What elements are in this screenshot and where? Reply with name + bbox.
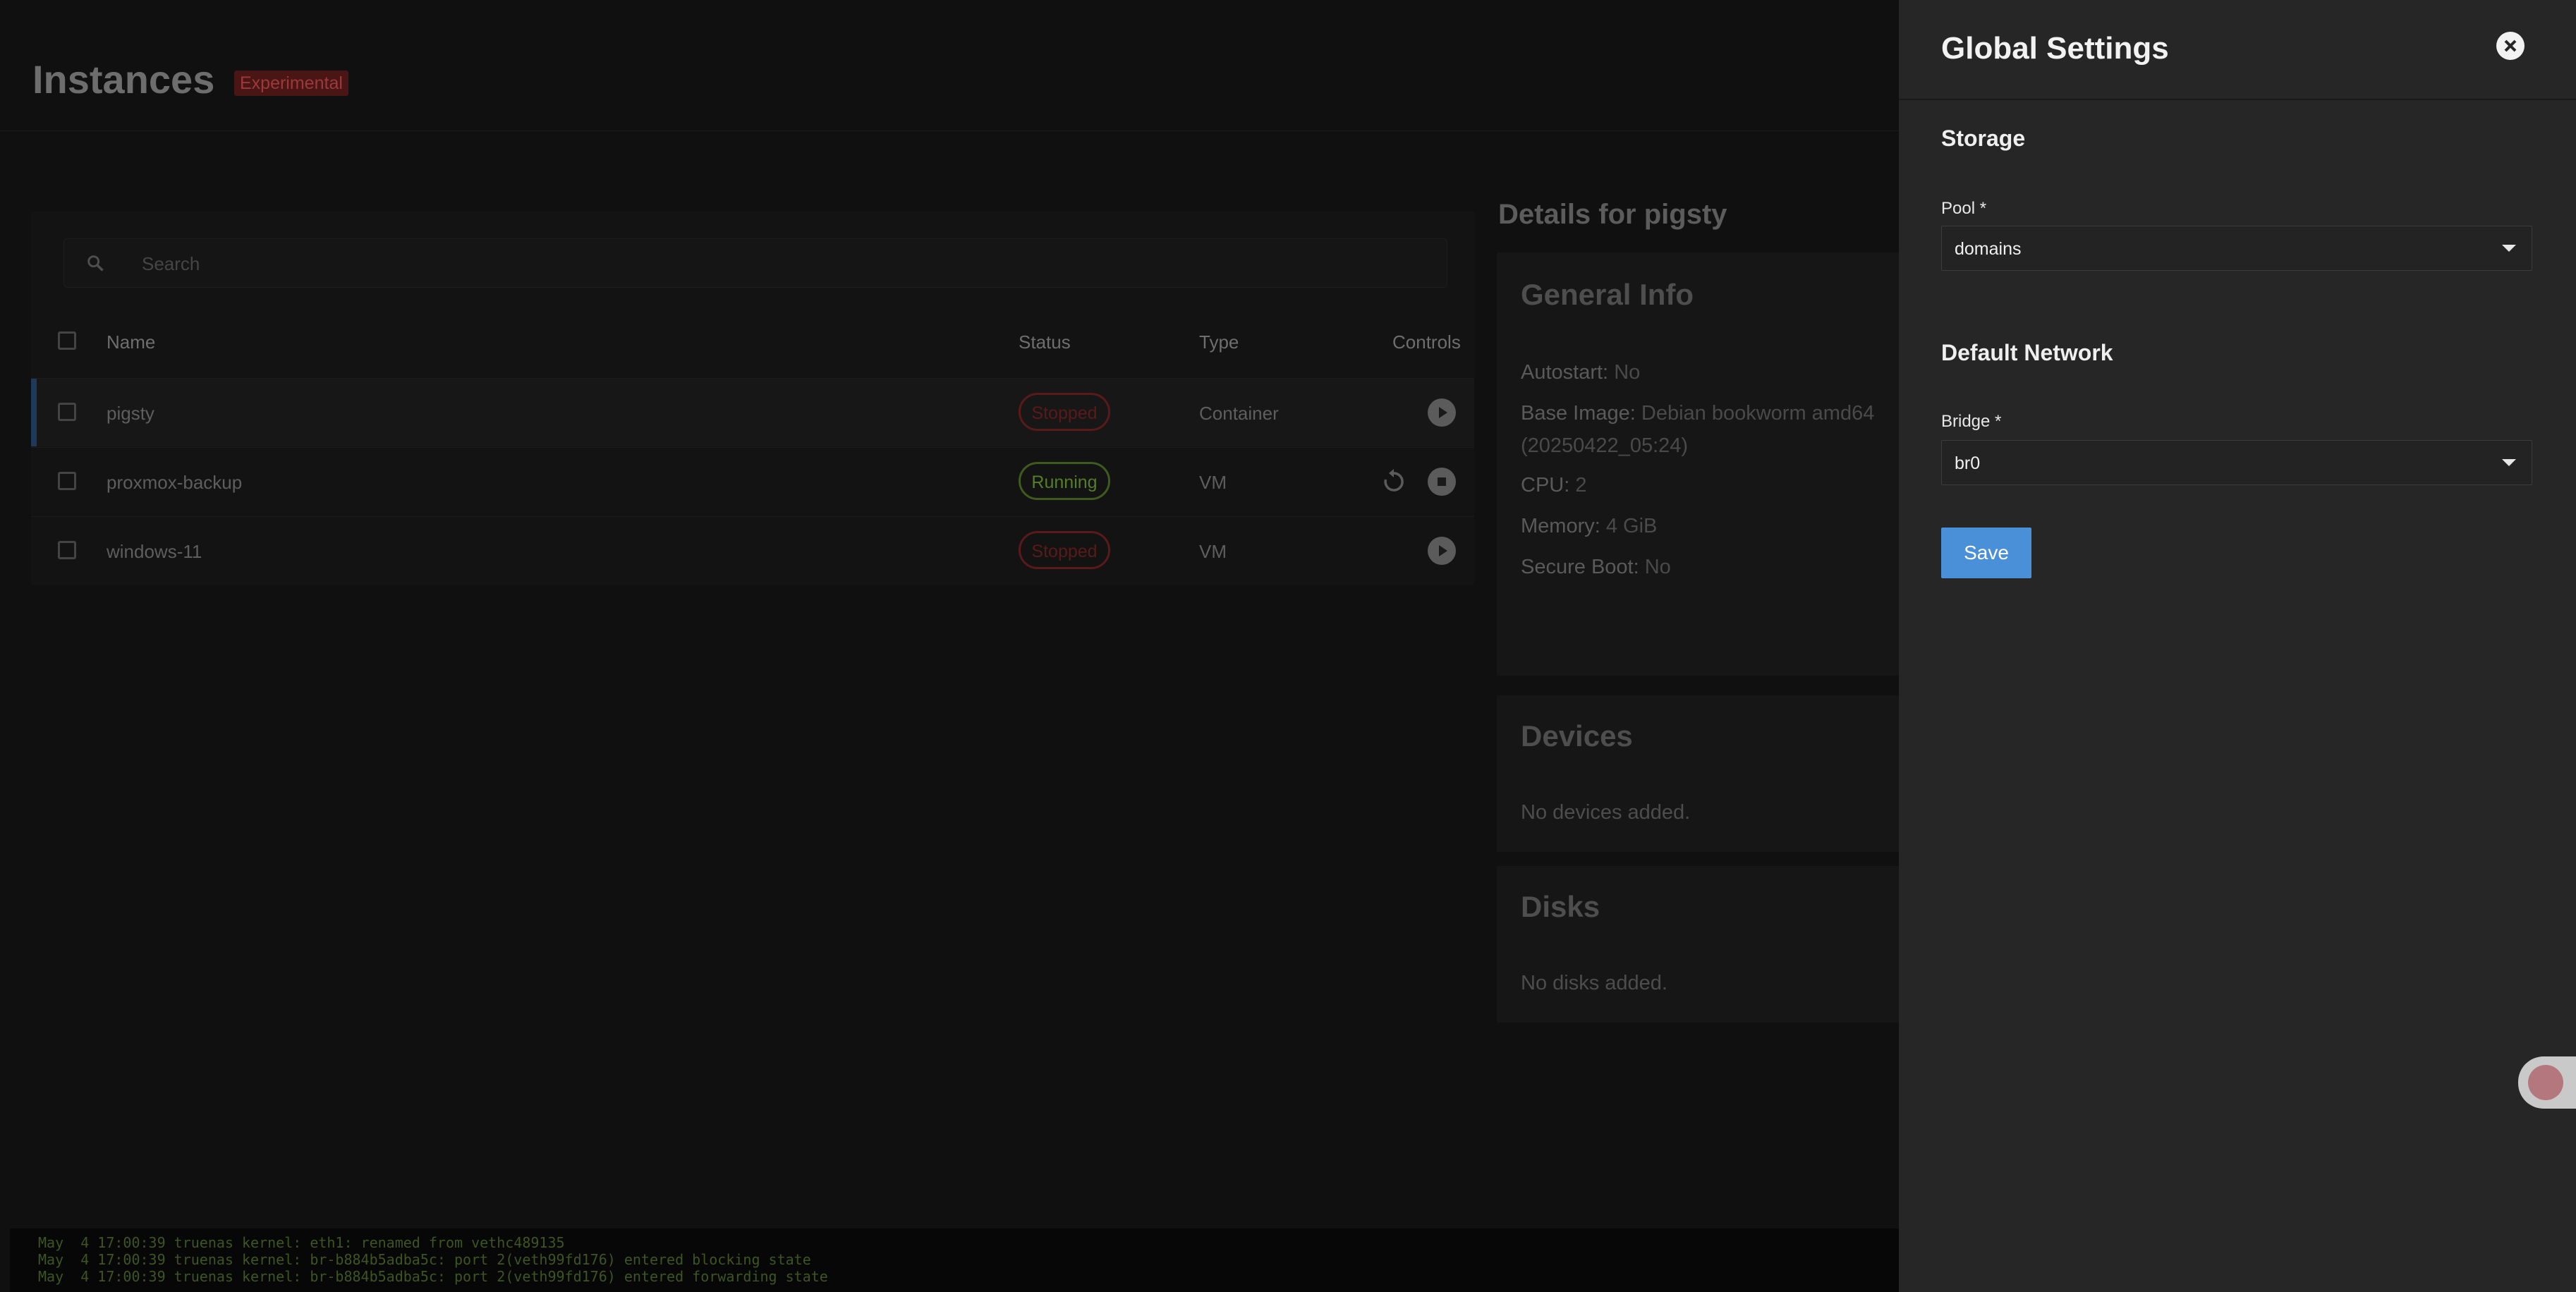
disks-card: Disks No disks added. — [1497, 866, 1899, 1023]
table-header: Name Status Type Controls — [31, 307, 1474, 378]
bridge-select[interactable]: br0 — [1941, 440, 2532, 485]
row-checkbox[interactable] — [58, 541, 76, 559]
devices-title: Devices — [1521, 719, 1633, 752]
base-image-info-cont: (20250422_05:24) — [1521, 434, 1688, 458]
bridge-select-value: br0 — [1955, 453, 1981, 473]
devices-empty-message: No devices added. — [1521, 801, 1691, 824]
instance-type: VM — [1199, 541, 1227, 562]
cpu-value: 2 — [1575, 474, 1587, 496]
general-info-title: General Info — [1521, 278, 1694, 311]
experimental-badge: Experimental — [234, 71, 348, 96]
column-header-name[interactable]: Name — [107, 331, 155, 353]
stop-icon[interactable] — [1428, 468, 1456, 496]
secure-boot-value: No — [1644, 556, 1671, 578]
disks-empty-message: No disks added. — [1521, 972, 1667, 994]
base-image-value-line2: (20250422_05:24) — [1521, 434, 1689, 457]
instance-type: VM — [1199, 472, 1227, 493]
console-line: May 4 17:00:39 truenas kernel: eth1: ren… — [38, 1234, 565, 1251]
pool-label: Pool * — [1941, 199, 1987, 218]
close-icon[interactable] — [2496, 31, 2525, 61]
base-image-label: Base Image: — [1521, 402, 1636, 425]
row-checkbox[interactable] — [58, 403, 76, 421]
instance-name: windows-11 — [107, 541, 202, 562]
column-header-status[interactable]: Status — [1019, 331, 1071, 353]
selected-indicator — [31, 379, 37, 446]
base-image-value: Debian bookworm amd64 — [1641, 402, 1875, 425]
drawer-header: Global Settings — [1899, 0, 2576, 100]
memory-value: 4 GiB — [1605, 515, 1658, 537]
row-checkbox[interactable] — [58, 472, 76, 490]
autostart-info: Autostart: No — [1521, 361, 1640, 384]
instance-type: Container — [1199, 403, 1279, 424]
secure-boot-label: Secure Boot: — [1521, 556, 1639, 578]
select-all-checkbox[interactable] — [58, 331, 76, 350]
console-line: May 4 17:00:39 truenas kernel: br-b884b5… — [38, 1268, 828, 1285]
save-button[interactable]: Save — [1941, 528, 2031, 578]
memory-info: Memory: 4 GiB — [1521, 515, 1657, 538]
devices-card: Devices No devices added. — [1497, 695, 1899, 852]
play-icon[interactable] — [1428, 398, 1456, 427]
instance-name: pigsty — [107, 403, 154, 424]
autostart-value: No — [1614, 361, 1641, 384]
drawer-title: Global Settings — [1941, 31, 2169, 66]
chevron-down-icon — [2502, 245, 2516, 252]
disks-title: Disks — [1521, 890, 1600, 923]
base-image-info: Base Image: Debian bookworm amd64 — [1521, 402, 1874, 425]
status-badge: Running — [1019, 462, 1110, 500]
instance-name: proxmox-backup — [107, 472, 243, 493]
memory-label: Memory: — [1521, 515, 1600, 537]
table-row[interactable]: pigsty Stopped Container — [31, 378, 1474, 446]
translate-icon — [2528, 1065, 2563, 1100]
page-header: Instances Experimental — [0, 0, 1899, 131]
pool-select-value: domains — [1955, 239, 2022, 259]
chevron-down-icon — [2502, 459, 2516, 466]
status-badge: Stopped — [1019, 393, 1110, 431]
column-header-type[interactable]: Type — [1199, 331, 1239, 353]
column-header-controls: Controls — [1392, 331, 1461, 353]
secure-boot-info: Secure Boot: No — [1521, 556, 1671, 579]
page-title: Instances — [32, 57, 215, 102]
search-icon — [87, 255, 104, 272]
restart-icon[interactable] — [1380, 468, 1408, 496]
console-line: May 4 17:00:39 truenas kernel: br-b884b5… — [38, 1251, 811, 1268]
details-title: Details for pigsty — [1498, 199, 1727, 230]
pool-select[interactable]: domains — [1941, 226, 2532, 271]
status-badge: Stopped — [1019, 531, 1110, 569]
search-box[interactable] — [63, 238, 1447, 288]
autostart-label: Autostart: — [1521, 361, 1609, 384]
table-row[interactable]: windows-11 Stopped VM — [31, 516, 1474, 585]
cpu-info: CPU: 2 — [1521, 474, 1587, 497]
instances-list: Name Status Type Controls pigsty Stopped… — [31, 212, 1474, 585]
global-settings-drawer: Global Settings Storage Pool * domains D… — [1899, 0, 2576, 1292]
cpu-label: CPU: — [1521, 474, 1570, 496]
table-row[interactable]: proxmox-backup Running VM — [31, 447, 1474, 516]
play-icon[interactable] — [1428, 537, 1456, 565]
network-section-title: Default Network — [1941, 340, 2113, 365]
search-input[interactable] — [140, 249, 1413, 279]
main-content: Instances Experimental Name Status Type … — [0, 0, 1899, 1292]
console-log: May 4 17:00:39 truenas kernel: eth1: ren… — [10, 1229, 1899, 1292]
translate-widget[interactable] — [2518, 1056, 2576, 1109]
general-info-card: General Info Autostart: No Base Image: D… — [1497, 252, 1899, 676]
bridge-label: Bridge * — [1941, 412, 2002, 431]
storage-section-title: Storage — [1941, 126, 2026, 151]
